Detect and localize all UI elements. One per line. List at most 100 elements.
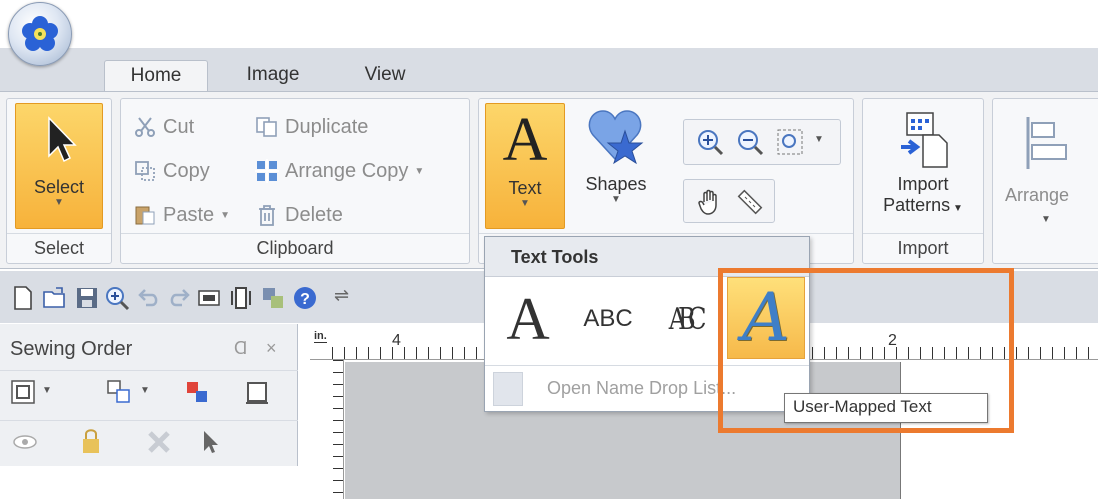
trash-icon	[259, 205, 275, 226]
text-small-caps-button[interactable]: ABC	[571, 281, 645, 357]
select-button[interactable]: Select ▼	[15, 103, 103, 229]
paste-label: Paste	[163, 203, 215, 226]
panel-toolbar-top: ▼ ▼	[0, 370, 298, 414]
frame-icon[interactable]	[244, 379, 270, 405]
cut-label: Cut	[163, 115, 195, 138]
open-folder-icon[interactable]	[42, 285, 68, 311]
zoom-out-icon[interactable]	[736, 128, 764, 156]
select-group: Select ▼ Select	[6, 98, 112, 264]
shapes-button-label: Shapes	[585, 174, 647, 194]
shapes-button[interactable]: Shapes ▼	[575, 103, 657, 229]
duplicate-icon	[256, 117, 277, 137]
align-left-icon	[1026, 117, 1067, 169]
panel-toolbar-bottom	[0, 420, 298, 464]
text-serif-a-icon: A	[506, 286, 550, 352]
delete-x-icon[interactable]	[146, 429, 172, 455]
text-a-icon: A	[502, 106, 548, 174]
pointer-arrow-icon	[48, 116, 77, 163]
delete-label: Delete	[285, 203, 343, 226]
panel-title: Sewing Order	[10, 338, 133, 360]
svg-text:?: ?	[300, 291, 310, 308]
ruler-ticks	[333, 360, 343, 499]
application-menu-button[interactable]	[8, 2, 72, 66]
pointer-arrow-icon[interactable]	[200, 429, 220, 455]
shapes-icon	[588, 110, 644, 165]
sewing-order-list[interactable]	[0, 466, 298, 499]
redo-icon[interactable]	[166, 285, 192, 311]
chevron-down-icon[interactable]: ▼	[140, 385, 150, 396]
copy-button[interactable]: Copy	[133, 159, 210, 183]
zoom-in-icon[interactable]	[696, 128, 724, 156]
arrange-group: Arrange ▼	[992, 98, 1098, 264]
name-drop-icon	[493, 372, 523, 406]
arrange-button[interactable]: Arrange ▼	[999, 103, 1087, 229]
ruler-unit: in.	[314, 330, 327, 343]
view-toolbar	[683, 179, 775, 223]
app-logo-icon	[22, 16, 58, 51]
ribbon-tab-bar: Home Image View	[0, 48, 1098, 92]
cut-button[interactable]: Cut	[133, 115, 194, 139]
duplicate-label: Duplicate	[285, 115, 369, 138]
copy-label: Copy	[163, 159, 210, 182]
customize-toolbar-icon[interactable]: ⇌	[334, 285, 349, 306]
close-icon[interactable]: ×	[266, 338, 277, 359]
eye-icon[interactable]	[12, 431, 38, 453]
open-name-drop-list-label: Open Name Drop List...	[547, 378, 737, 398]
import-patterns-icon	[901, 112, 948, 168]
zoom-fit-icon[interactable]	[776, 128, 804, 156]
pin-icon[interactable]: Ɑ	[234, 338, 247, 359]
group-objects-icon[interactable]	[106, 379, 132, 405]
color-order-icon[interactable]	[184, 379, 210, 405]
chevron-down-icon[interactable]: ▼	[814, 134, 824, 145]
clipboard-group: Cut Copy Paste ▼ Duplicate Arrange Copy …	[120, 98, 470, 264]
select-group-label: Select	[7, 233, 111, 263]
text-button[interactable]: A Text ▼	[485, 103, 565, 229]
open-name-drop-list-item[interactable]: Open Name Drop List...	[485, 365, 809, 411]
import-group: Import Patterns ▼ Import	[862, 98, 984, 264]
tooltip: User-Mapped Text	[784, 393, 988, 423]
clipboard-group-label: Clipboard	[121, 233, 469, 263]
undo-icon[interactable]	[136, 285, 162, 311]
copy-icon	[135, 161, 155, 181]
help-icon[interactable]: ?	[292, 285, 318, 311]
dropdown-title: Text Tools	[485, 237, 809, 277]
chevron-down-icon[interactable]: ▼	[42, 385, 52, 396]
select-button-label: Select	[33, 177, 85, 197]
text-tools-dropdown: Text Tools A ABC ABC A Open Name Drop Li…	[484, 236, 810, 412]
arrange-copy-button[interactable]: Arrange Copy ▼	[255, 159, 424, 183]
save-icon[interactable]	[74, 285, 100, 311]
hand-pan-icon[interactable]	[696, 188, 724, 216]
import-label-line1: Import	[897, 174, 949, 194]
user-mapped-text-button[interactable]: A	[727, 277, 805, 359]
measure-ruler-icon[interactable]	[736, 188, 764, 216]
arrange-copy-label: Arrange Copy	[285, 159, 409, 182]
arrange-button-label: Arrange	[1005, 185, 1070, 205]
chevron-down-icon: ▼	[414, 165, 425, 177]
monogram-button[interactable]: ABC	[649, 281, 719, 357]
sewing-order-panel: Sewing Order Ɑ × ▼ ▼	[0, 324, 298, 499]
vertical-ruler	[310, 360, 344, 499]
import-patterns-button[interactable]: Import Patterns ▼	[869, 103, 977, 229]
zoom-in-icon[interactable]	[104, 285, 130, 311]
chevron-down-icon: ▼	[611, 194, 621, 205]
tab-view[interactable]: View	[340, 60, 430, 92]
design-canvas-hoop-area[interactable]	[900, 362, 1098, 499]
hoop-view-icon[interactable]	[228, 285, 254, 311]
stitch-simulator-icon[interactable]	[260, 285, 286, 311]
paste-icon	[135, 206, 155, 225]
text-tool-button[interactable]: A	[491, 281, 565, 357]
paste-button[interactable]: Paste ▼	[133, 203, 230, 227]
user-mapped-a-icon: A	[742, 279, 790, 356]
text-button-label: Text	[508, 178, 542, 198]
new-file-icon[interactable]	[10, 285, 36, 311]
zoom-toolbar: ▼	[683, 119, 841, 165]
select-all-icon[interactable]	[10, 379, 36, 405]
arrange-copy-icon	[255, 159, 279, 183]
tab-home[interactable]: Home	[104, 60, 208, 92]
tab-image[interactable]: Image	[228, 60, 318, 92]
lock-icon[interactable]	[80, 427, 102, 455]
duplicate-button[interactable]: Duplicate	[255, 115, 368, 139]
thread-chart-icon[interactable]	[196, 285, 222, 311]
delete-button[interactable]: Delete	[255, 203, 343, 227]
chevron-down-icon: ▼	[520, 198, 530, 209]
